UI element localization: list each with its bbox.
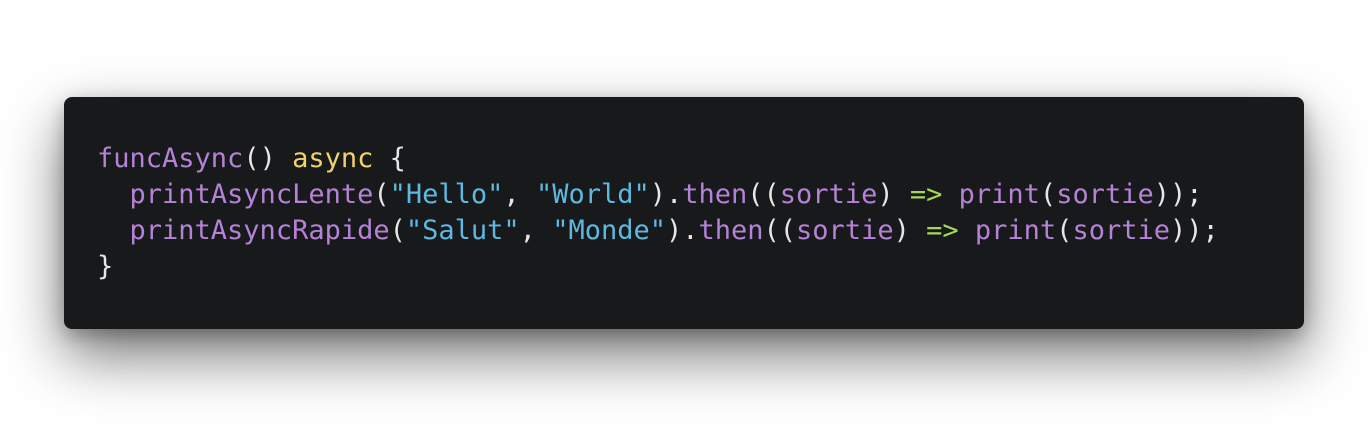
code-snippet-window: funcAsync() async { printAsyncLente("Hel…	[64, 97, 1304, 329]
punctuation: ()	[243, 143, 293, 174]
open-brace: {	[373, 143, 406, 174]
punctuation: )	[893, 215, 927, 246]
string-literal: "World"	[535, 179, 650, 210]
code-line-3: printAsyncRapide("Salut", "Monde").then(…	[97, 213, 1219, 249]
function-name: funcAsync	[97, 143, 244, 174]
function-name: printAsyncRapide	[129, 215, 390, 246]
punctuation: ((	[763, 215, 797, 246]
method-then: then	[698, 215, 764, 246]
punctuation: ,	[519, 215, 553, 246]
punctuation: (	[1056, 215, 1073, 246]
string-literal: "Monde"	[552, 215, 666, 246]
punctuation: ).	[665, 215, 699, 246]
parameter: sortie	[796, 215, 894, 246]
close-brace: }	[97, 251, 114, 282]
punctuation: ));	[1169, 215, 1219, 246]
parameter: sortie	[779, 179, 878, 210]
punctuation: (	[373, 179, 390, 210]
arrow-operator: =>	[926, 215, 959, 246]
method-then: then	[682, 179, 748, 210]
punctuation: ((	[747, 179, 780, 210]
string-literal: "Hello"	[389, 179, 504, 210]
code-line-4: }	[97, 249, 1219, 285]
string-literal: "Salut"	[405, 215, 520, 246]
argument: sortie	[1072, 215, 1170, 246]
punctuation: )	[877, 179, 910, 210]
code-line-2: printAsyncLente("Hello", "World").then((…	[97, 177, 1219, 213]
punctuation: ).	[649, 179, 683, 210]
arrow-operator: =>	[909, 179, 943, 210]
function-name: printAsyncLente	[129, 179, 374, 210]
keyword-async: async	[292, 143, 374, 174]
code-block[interactable]: funcAsync() async { printAsyncLente("Hel…	[97, 141, 1219, 285]
function-print: print	[974, 215, 1057, 246]
canvas: funcAsync() async { printAsyncLente("Hel…	[0, 0, 1368, 426]
argument: sortie	[1056, 179, 1154, 210]
function-print: print	[958, 179, 1040, 210]
code-line-1: funcAsync() async {	[97, 141, 1219, 177]
punctuation: ,	[503, 179, 536, 210]
punctuation: (	[389, 215, 406, 246]
punctuation: (	[1039, 179, 1057, 210]
punctuation: ));	[1153, 179, 1203, 210]
